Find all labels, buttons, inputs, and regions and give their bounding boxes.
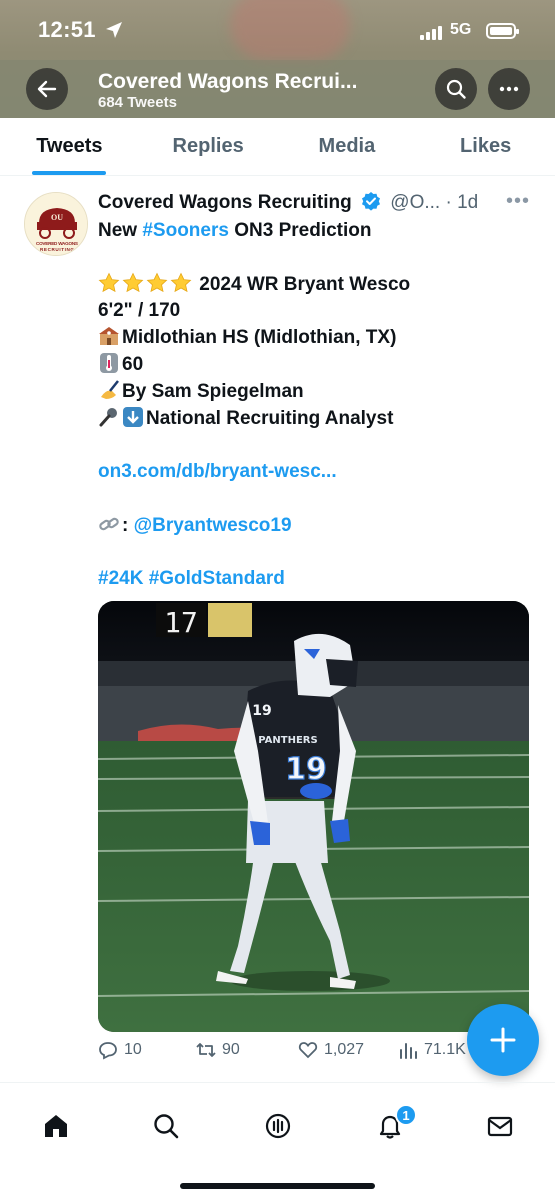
search-button[interactable]: [435, 68, 477, 110]
profile-link[interactable]: on3.com/db/bryant-wesc...: [98, 461, 337, 482]
star-icon: [170, 272, 192, 292]
hashtag-sooners[interactable]: #Sooners: [142, 220, 229, 241]
spaces-microphone-icon: [265, 1113, 291, 1139]
wagon-logo-icon: OU COVERED WAGONS RECRUITING: [25, 193, 87, 255]
retweet-count: 90: [222, 1041, 240, 1058]
verified-badge-icon: [362, 192, 380, 211]
tweet-time: · 1d: [445, 192, 479, 213]
tab-tweets[interactable]: Tweets: [0, 118, 139, 175]
compose-tweet-button[interactable]: [467, 1004, 539, 1076]
home-icon: [45, 1115, 67, 1137]
tweet-count: 684 Tweets: [98, 94, 177, 111]
mention-link[interactable]: @Bryantwesco19: [134, 515, 292, 536]
arrow-left-icon: [37, 80, 57, 98]
nav-messages[interactable]: [482, 1108, 518, 1144]
author-name[interactable]: Covered Wagons Recruiting: [98, 192, 352, 213]
svg-text:17: 17: [164, 606, 198, 639]
analyst-line: National Recruiting Analyst: [146, 407, 394, 429]
tab-likes[interactable]: Likes: [416, 118, 555, 175]
svg-text:COVERED WAGONS: COVERED WAGONS: [36, 241, 78, 246]
football-player-image: 17 PANTHERS 19 19: [98, 601, 529, 1032]
svg-text:19: 19: [285, 752, 327, 787]
search-icon: [154, 1114, 179, 1139]
tab-replies[interactable]: Replies: [139, 118, 278, 175]
reply-icon: [99, 1042, 117, 1060]
microphone-icon: [99, 407, 117, 427]
retweet-button[interactable]: 90: [196, 1040, 240, 1060]
more-options-button[interactable]: [488, 68, 530, 110]
player-line: 2024 WR Bryant Wesco: [199, 273, 411, 295]
star-icon: [122, 272, 144, 292]
svg-text:PANTHERS: PANTHERS: [258, 735, 317, 746]
svg-text:RECRUITING: RECRUITING: [40, 247, 74, 252]
reply-button[interactable]: 10: [98, 1040, 142, 1060]
nav-spaces[interactable]: [260, 1108, 296, 1144]
reply-count: 10: [124, 1041, 142, 1058]
like-button[interactable]: 1,027: [298, 1040, 364, 1060]
tab-media[interactable]: Media: [278, 118, 417, 175]
back-button[interactable]: [26, 68, 68, 110]
svg-text:19: 19: [252, 703, 271, 719]
views-button[interactable]: 71.1K: [398, 1040, 466, 1060]
plus-icon: [490, 1027, 516, 1053]
school-line: Midlothian HS (Midlothian, TX): [122, 327, 397, 349]
view-count: 71.1K: [424, 1041, 466, 1058]
down-arrow-icon: [123, 406, 143, 427]
more-horizontal-icon: [499, 86, 519, 92]
like-count: 1,027: [324, 1041, 365, 1058]
writing-hand-icon: [101, 380, 119, 399]
author-line: By Sam Spiegelman: [122, 380, 304, 402]
profile-name-title: Covered Wagons Recrui...: [98, 70, 358, 93]
hashtags[interactable]: #24K #GoldStandard: [98, 568, 285, 589]
network-label: 5G: [450, 21, 472, 38]
battery-icon: [486, 23, 519, 39]
star-rating: [98, 272, 194, 295]
search-icon: [446, 79, 466, 99]
author-handle[interactable]: @O...: [390, 192, 440, 213]
status-bar: 12:51 5G: [0, 0, 555, 60]
tweet-more-icon[interactable]: •••: [506, 190, 530, 213]
svg-text:OU: OU: [51, 213, 63, 222]
signal-icon: [420, 24, 446, 40]
tweet-text: New #Sooners ON3 Prediction 2024 WR Brya…: [98, 220, 411, 590]
nav-search[interactable]: [148, 1108, 184, 1144]
retweet-icon: [196, 1043, 216, 1057]
status-time: 12:51: [38, 17, 96, 42]
school-icon: [99, 327, 119, 346]
tweet-header: Covered Wagons Recruiting @O... · 1d: [98, 191, 538, 217]
star-icon: [146, 272, 168, 292]
thermometer-icon: [100, 352, 118, 373]
profile-tabs: Tweets Replies Media Likes: [0, 118, 555, 176]
location-arrow-icon: [106, 22, 122, 38]
avatar[interactable]: OU COVERED WAGONS RECRUITING: [24, 192, 88, 256]
star-icon: [98, 272, 120, 292]
size-line: 6'2" / 170: [98, 300, 181, 322]
mail-icon: [487, 1116, 513, 1137]
link-icon: [99, 517, 119, 531]
home-indicator: [180, 1183, 375, 1189]
heart-icon: [298, 1042, 318, 1059]
tweet-photo[interactable]: 17 PANTHERS 19 19: [98, 601, 529, 1032]
analytics-icon: [400, 1043, 417, 1059]
notification-badge: 1: [395, 1104, 417, 1126]
rating-line: 60: [122, 353, 144, 375]
nav-home[interactable]: [38, 1108, 74, 1144]
